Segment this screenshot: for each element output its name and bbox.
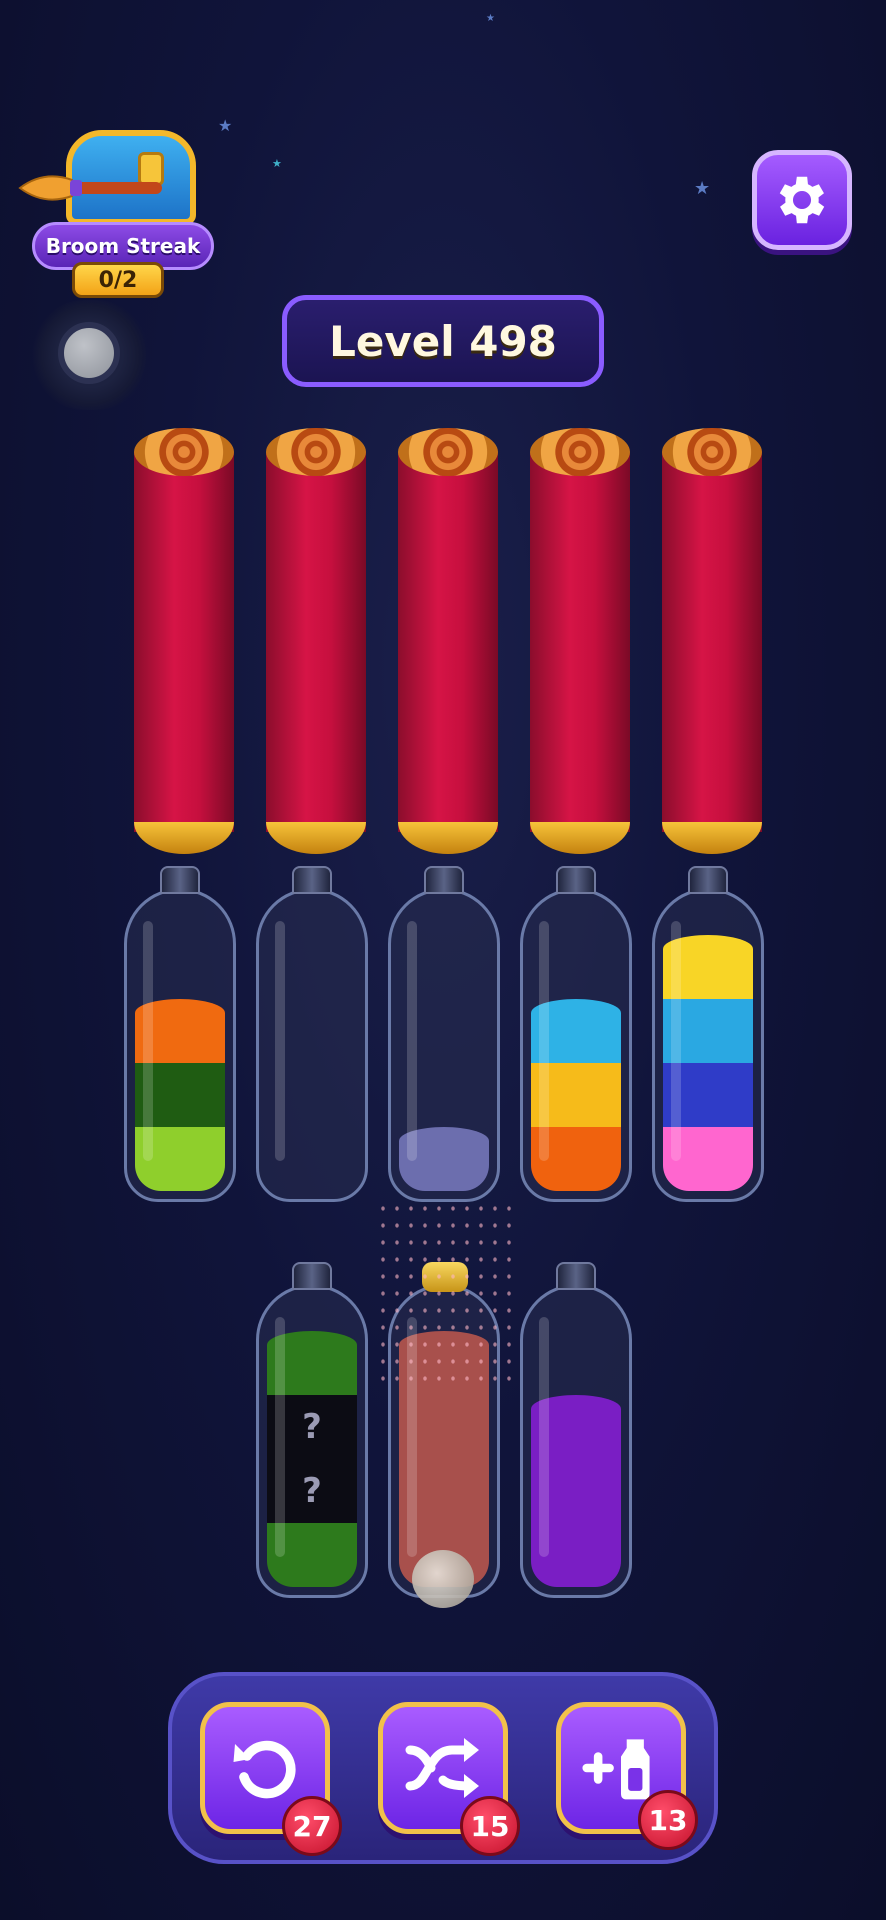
cylinder-cover	[662, 428, 762, 854]
broom-icon	[18, 175, 162, 201]
cylinder-cover	[530, 428, 630, 854]
bottle-neck	[292, 866, 332, 894]
bottle-glass	[520, 888, 632, 1202]
star-icon: ★	[694, 178, 711, 199]
toggle-button[interactable]	[30, 300, 150, 410]
bottle-glass	[388, 888, 500, 1202]
bottle[interactable]	[388, 866, 500, 1204]
broom-streak-progress: 0/2	[72, 262, 164, 298]
cylinder-cover	[398, 428, 498, 854]
shuffle-count-badge: 15	[460, 1796, 520, 1856]
cylinder-cover	[266, 428, 366, 854]
undo-icon	[233, 1740, 296, 1799]
bottle-neck	[556, 1262, 596, 1290]
bottle[interactable]	[520, 1262, 632, 1600]
bottle-glass	[652, 888, 764, 1202]
level-title: Level 498	[282, 295, 604, 387]
bottle-neck	[424, 866, 464, 894]
star-icon: ★	[272, 157, 282, 170]
bottle-neck	[556, 866, 596, 894]
bottle[interactable]	[124, 866, 236, 1204]
bottle[interactable]	[520, 866, 632, 1204]
settings-button[interactable]	[752, 150, 852, 250]
bottle-glass	[124, 888, 236, 1202]
smoke-puff-effect	[412, 1550, 474, 1608]
bottle[interactable]	[652, 866, 764, 1204]
bottle-neck	[292, 1262, 332, 1290]
bottle[interactable]	[256, 866, 368, 1204]
add-bottle-icon	[582, 1739, 650, 1800]
star-icon: ★	[486, 13, 495, 24]
bottle-glass	[256, 888, 368, 1202]
star-icon: ★	[218, 116, 233, 135]
add-bottle-count-badge: 13	[638, 1790, 698, 1850]
bottle[interactable]: ??	[256, 1262, 368, 1600]
cylinder-cover	[134, 428, 234, 854]
bottle-glass: ??	[256, 1284, 368, 1598]
broom-streak-widget[interactable]: Broom Streak 0/2	[14, 118, 214, 298]
shuffle-icon	[405, 1738, 479, 1798]
toggle-knob	[58, 322, 120, 384]
sparkle-effect	[376, 1200, 516, 1390]
bottle-neck	[160, 866, 200, 894]
bottle-glass	[520, 1284, 632, 1598]
bottle-neck	[688, 866, 728, 894]
gear-icon	[779, 176, 825, 224]
undo-count-badge: 27	[282, 1796, 342, 1856]
